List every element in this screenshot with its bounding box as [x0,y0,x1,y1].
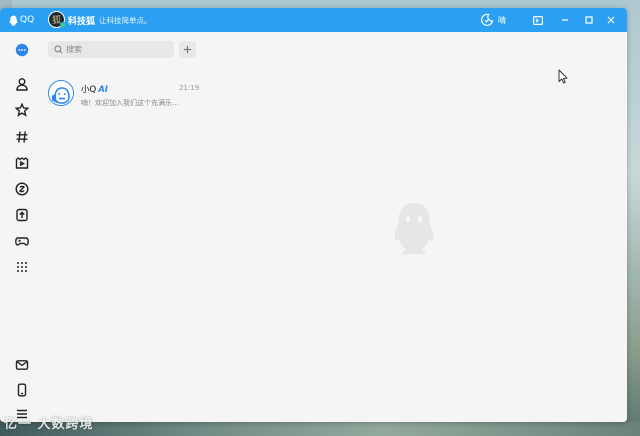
sidebar-item-docs[interactable] [13,206,31,224]
weather-text: 晴 [498,16,506,25]
user-avatar[interactable]: 狐 [48,11,66,28]
screen-capture-button[interactable] [530,8,546,32]
sidebar-item-video[interactable] [13,154,31,172]
games-icon [15,182,29,196]
minimize-button[interactable] [557,8,573,32]
maximize-button[interactable] [581,8,597,32]
chat-message-preview: 嗨！欢迎加入我们这个充满乐... [81,99,179,107]
sidebar-item-phone[interactable] [13,381,31,399]
desktop-background-right [626,0,640,436]
navigation-sidebar [0,32,44,422]
maximize-icon [585,16,593,24]
gamepad-icon [15,237,29,246]
chat-empty-area [202,32,627,422]
messages-icon [15,43,29,57]
desktop-background-bottom [0,422,640,436]
chat-timestamp: 21:19 [179,84,200,92]
sidebar-item-channels[interactable] [13,128,31,146]
search-icon [54,45,63,54]
online-status-dot [60,22,66,28]
app-logo: QQ [9,13,34,27]
sidebar-item-favorites[interactable] [13,101,31,119]
docs-icon [16,208,28,222]
qq-main-window: QQ 狐 科技狐 让科技简单点。 晴 搜索 小Q AI 21:19 嗨！欢迎加入… [0,8,627,422]
ai-badge: AI [98,85,108,95]
conversation-list-panel: 小QAI 21:19 嗨！欢迎加入我们这个充满乐... [44,32,202,422]
moon-weather-icon [481,13,494,26]
sidebar-item-contacts[interactable] [13,75,31,93]
phone-icon [17,383,27,397]
mouse-cursor-icon [558,69,568,84]
minimize-icon [562,19,568,21]
close-icon [607,16,615,24]
list-item[interactable]: 小Q AI 21:19 嗨！欢迎加入我们这个充满乐... [44,77,202,115]
add-button[interactable] [179,41,196,58]
qq-penguin-watermark-icon [394,203,434,255]
apps-grid-icon [17,262,27,272]
search-input[interactable] [66,45,166,54]
favorites-icon [15,103,29,117]
title-bar[interactable]: QQ 狐 科技狐 让科技简单点。 晴 [0,8,627,32]
xiaoq-ai-avatar [48,80,74,106]
sidebar-item-gamepad[interactable] [13,232,31,250]
sidebar-item-games[interactable] [13,180,31,198]
chat-name: 小Q AI [81,83,108,95]
qq-penguin-icon [9,15,18,25]
chat-name-text: 小Q [81,85,97,95]
username[interactable]: 科技狐 [68,14,95,27]
video-icon [15,157,29,169]
channels-icon [16,131,28,143]
search-box[interactable] [48,41,174,58]
watermark-text: 亿一 大数跨境 [4,417,94,432]
sidebar-item-messages[interactable] [13,41,31,59]
sidebar-item-mail[interactable] [13,356,31,374]
plus-icon [183,45,192,54]
close-button[interactable] [603,8,619,32]
screen-icon [533,15,543,25]
user-signature[interactable]: 让科技简单点。 [99,15,152,26]
mail-icon [15,360,29,370]
sidebar-item-apps[interactable] [13,258,31,276]
app-name: QQ [20,15,35,25]
xiaoq-robot-icon [49,81,73,105]
weather-button[interactable] [478,8,496,32]
contacts-icon [16,78,28,91]
